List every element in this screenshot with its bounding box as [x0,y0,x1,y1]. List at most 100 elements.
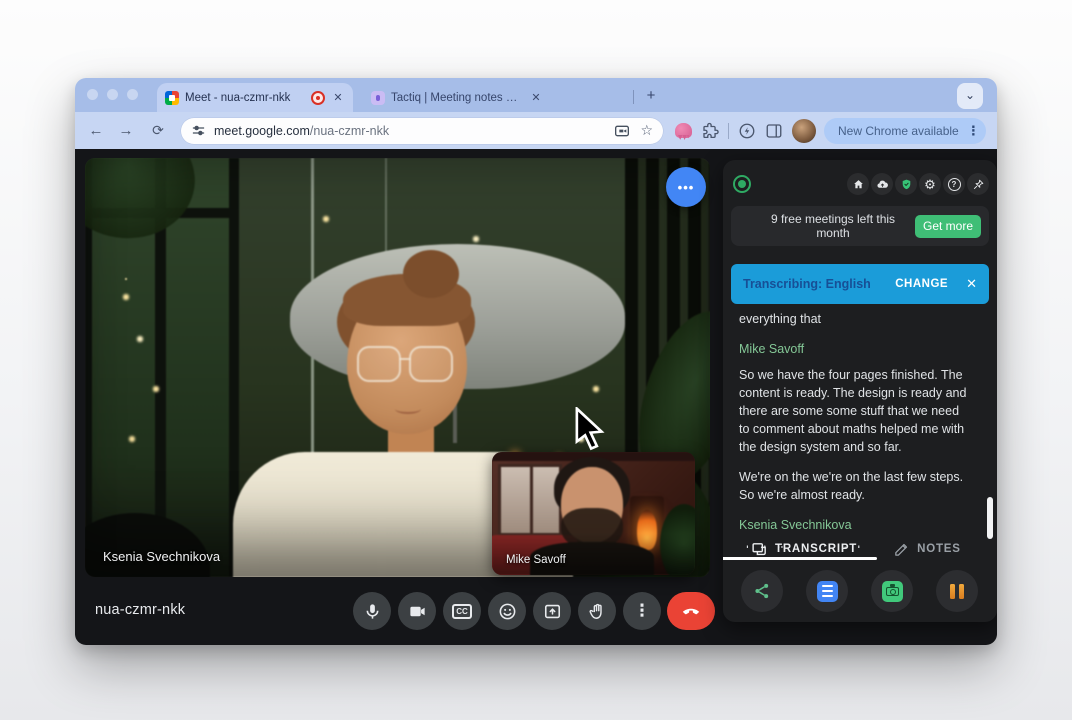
tab-transcript-label: TRANSCRIPT [775,543,857,555]
tactiq-extension-icon[interactable] [675,123,692,138]
tab-transcript[interactable]: TRANSCRIPT [751,541,857,558]
meeting-code-label: nua-czmr-nkk [95,602,185,618]
sidebar-actions [723,566,997,614]
view-transcript-doc-button[interactable] [806,570,848,612]
help-icon: ? [948,178,961,191]
pause-transcription-button[interactable] [936,570,978,612]
transcript-panel: everything that Mike Savoff So we have t… [739,310,971,548]
bookmark-star-icon[interactable]: ☆ [640,122,653,139]
cloud-upload-icon [876,178,889,191]
window-zoom-button[interactable] [127,89,138,100]
tab-notes-label: NOTES [917,543,961,555]
privacy-button[interactable] [895,173,917,195]
speaker-name: Mike Savoff [739,340,971,358]
end-call-button[interactable] [667,592,715,630]
change-language-button[interactable]: CHANGE [895,278,948,290]
shield-check-icon [900,178,913,191]
new-chrome-label: New Chrome available [838,124,959,138]
reload-button[interactable]: ⟳ [145,122,171,139]
camera-icon [408,602,427,621]
help-button[interactable]: ? [943,173,965,195]
side-panel-icon[interactable] [765,122,783,140]
forward-button[interactable]: → [113,122,139,139]
raise-hand-button[interactable] [578,592,616,630]
address-bar[interactable]: meet.google.com/nua-czmr-nkk ☆ [181,118,663,144]
transcript-scrollbar[interactable] [987,497,993,539]
recording-indicator-icon [311,91,325,105]
tab-search-button[interactable]: ⌄ [957,83,983,109]
tactiq-recording-icon [733,175,751,193]
performance-icon[interactable] [738,122,756,140]
free-meetings-text: 9 free meetings left this month [753,212,913,240]
chrome-menu-icon[interactable]: ⋮ [967,123,980,139]
new-tab-button[interactable]: + [641,86,661,106]
close-tab-icon[interactable]: ✕ [331,91,345,104]
tactiq-sidebar: ⚙ ? 9 free meetings left this month Get … [723,160,997,622]
screenshot-camera-icon [882,581,903,602]
screenshot-button[interactable] [871,570,913,612]
browser-window: Meet - nua-czmr-nkk ✕ Tactiq | Meeting n… [75,78,997,645]
pause-icon [950,584,964,599]
tab-meet[interactable]: Meet - nua-czmr-nkk ✕ [157,83,353,112]
pip-video-tile[interactable]: Mike Savoff [492,452,695,575]
active-tab-underline [723,557,877,560]
site-settings-icon[interactable] [191,123,206,138]
home-button[interactable] [847,173,869,195]
present-screen-icon [543,602,562,621]
get-more-button[interactable]: Get more [915,215,981,238]
smiley-icon [498,602,517,621]
url-path: /nua-czmr-nkk [310,124,389,138]
url-domain: meet.google.com [214,124,310,138]
document-icon [817,581,838,602]
transcript-text: We're on the we're on the last few steps… [739,468,971,504]
speaker-name: Ksenia Svechnikova [739,516,971,534]
window-minimize-button[interactable] [107,89,118,100]
tactiq-favicon [371,91,385,105]
toolbar-divider [728,123,729,139]
back-button[interactable]: ← [83,122,109,139]
url-text: meet.google.com/nua-czmr-nkk [214,124,606,138]
transcript-text: everything that [739,310,971,328]
chat-icon [751,541,768,558]
close-tab-icon[interactable]: ✕ [529,91,543,104]
close-banner-icon[interactable]: ✕ [966,276,977,292]
tab-title: Tactiq | Meeting notes powe [391,92,523,104]
reactions-button[interactable] [488,592,526,630]
window-close-button[interactable] [87,89,98,100]
microphone-icon [363,602,382,621]
new-chrome-available-button[interactable]: New Chrome available ⋮ [824,118,986,144]
settings-button[interactable]: ⚙ [919,173,941,195]
tab-media-icon[interactable] [614,123,630,139]
home-icon [852,178,865,191]
transcribing-banner: Transcribing: English CHANGE ✕ [731,264,989,304]
tab-title: Meet - nua-czmr-nkk [185,92,305,104]
pin-button[interactable] [967,173,989,195]
microphone-button[interactable] [353,592,391,630]
meet-page: Ksenia Svechnikova ••• Mike Savoff [75,149,997,645]
tab-strip: Meet - nua-czmr-nkk ✕ Tactiq | Meeting n… [75,78,997,112]
browser-toolbar: ← → ⟳ meet.google.com/nua-czmr-nkk ☆ [75,112,997,149]
captions-button[interactable]: CC [443,592,481,630]
share-icon [752,581,772,601]
tab-notes[interactable]: NOTES [893,541,961,558]
present-button[interactable] [533,592,571,630]
camera-button[interactable] [398,592,436,630]
extensions-puzzle-icon[interactable] [701,122,719,140]
more-options-button[interactable]: ⋮ [623,592,661,630]
meet-favicon [165,91,179,105]
participant-name-label: Ksenia Svechnikova [103,549,220,564]
tab-tactiq[interactable]: Tactiq | Meeting notes powe ✕ [363,83,551,112]
pip-name-label: Mike Savoff [506,554,566,566]
pin-icon [972,178,985,191]
more-options-icon: ⋮ [634,601,651,621]
upload-button[interactable] [871,173,893,195]
pencil-icon [893,541,910,558]
end-call-icon [680,600,702,622]
transcript-text: So we have the four pages finished. The … [739,366,971,456]
profile-avatar[interactable] [792,119,816,143]
tab-divider [633,90,634,104]
transcribing-label: Transcribing: English [743,277,887,291]
chat-bubble-button[interactable]: ••• [666,167,706,207]
share-button[interactable] [741,570,783,612]
captions-icon: CC [452,604,472,619]
